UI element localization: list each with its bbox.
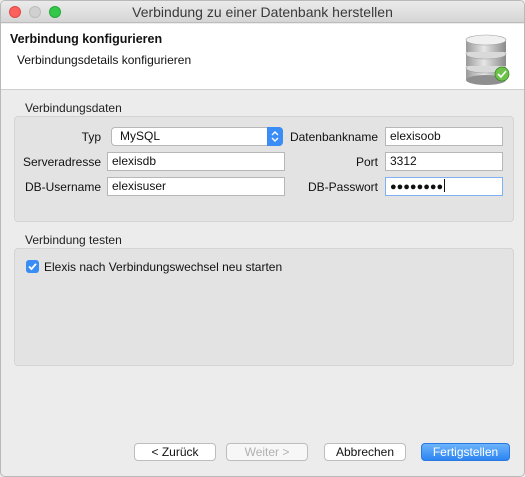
finish-button[interactable]: Fertigstellen <box>421 443 510 461</box>
test-group-label: Verbindung testen <box>25 233 122 247</box>
password-field[interactable]: ●●●●●●●● <box>385 177 503 196</box>
type-select[interactable]: MySQL <box>111 127 283 146</box>
page-title: Verbindung konfigurieren <box>10 32 163 46</box>
text-caret <box>444 179 446 192</box>
username-label: DB-Username <box>24 180 101 194</box>
type-select-value: MySQL <box>120 129 161 143</box>
cancel-button[interactable]: Abbrechen <box>324 443 406 461</box>
window-title: Verbindung zu einer Datenbank herstellen <box>132 4 393 20</box>
dbname-field[interactable]: elexisoob <box>385 127 503 146</box>
restart-checkbox[interactable] <box>26 260 39 273</box>
database-icon <box>465 34 510 85</box>
wizard-header: Verbindung konfigurieren Verbindungsdeta… <box>1 24 524 90</box>
title-bar: Verbindung zu einer Datenbank herstellen <box>1 1 524 23</box>
back-button[interactable]: < Zurück <box>134 443 216 461</box>
connection-group-label: Verbindungsdaten <box>25 101 122 115</box>
password-label: DB-Passwort <box>307 180 378 194</box>
dbname-label: Datenbankname <box>289 130 378 144</box>
password-value: ●●●●●●●● <box>390 181 444 193</box>
port-field[interactable]: 3312 <box>385 152 503 171</box>
next-button[interactable]: Weiter > <box>226 443 308 461</box>
username-field[interactable]: elexisuser <box>107 177 285 196</box>
restart-checkbox-label[interactable]: Elexis nach Verbindungswechsel neu start… <box>44 260 282 274</box>
port-label: Port <box>355 155 378 169</box>
chevron-updown-icon <box>267 127 283 146</box>
type-label: Typ <box>81 130 101 144</box>
dialog-window: Verbindung zu einer Datenbank herstellen… <box>0 0 525 477</box>
page-subtitle: Verbindungsdetails konfigurieren <box>17 53 192 67</box>
server-label: Serveradresse <box>22 155 101 169</box>
checkmark-icon <box>28 263 37 271</box>
server-field[interactable]: elexisdb <box>107 152 285 171</box>
